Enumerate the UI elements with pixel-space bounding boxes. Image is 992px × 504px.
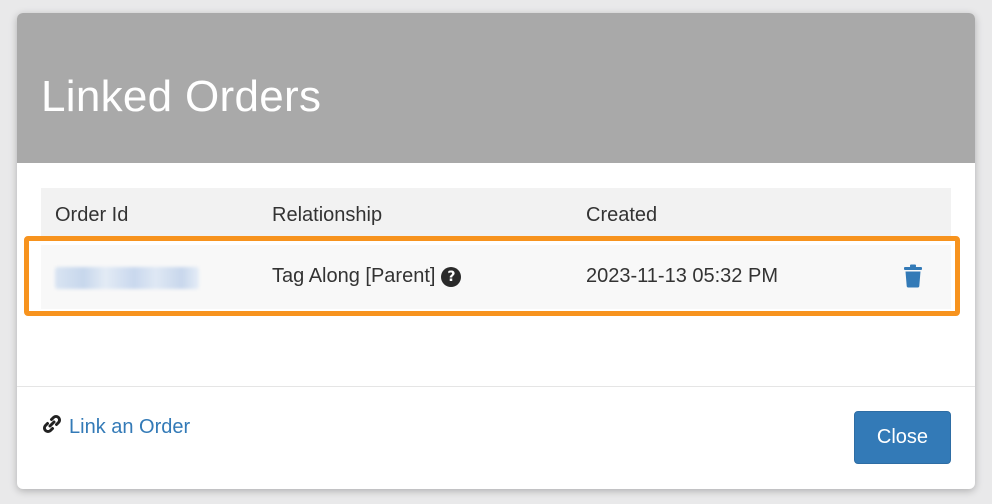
table-header-row: Order Id Relationship Created: [41, 188, 951, 240]
modal-header: Linked Orders: [17, 13, 975, 163]
column-header-created: Created: [586, 204, 658, 226]
footer-divider: [17, 386, 975, 387]
column-header-order-id: Order Id: [55, 204, 129, 226]
linked-orders-modal: Linked Orders Order Id Relationship Crea…: [17, 13, 975, 489]
highlight-box: [24, 236, 960, 316]
link-an-order-link[interactable]: Link an Order: [41, 413, 190, 439]
modal-title: Linked Orders: [41, 72, 322, 121]
close-button[interactable]: Close: [854, 411, 951, 464]
column-header-relationship: Relationship: [272, 204, 383, 226]
link-icon: [42, 414, 62, 434]
link-an-order-label: Link an Order: [69, 416, 191, 438]
